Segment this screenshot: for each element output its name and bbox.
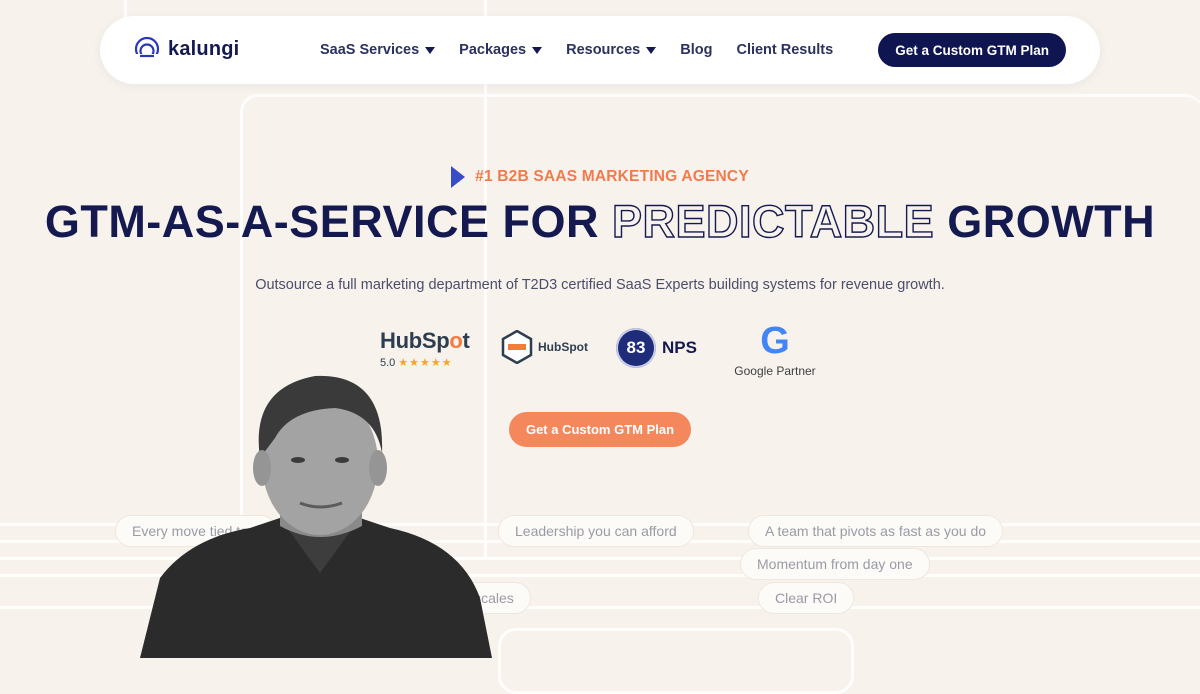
hubspot-rating-badge: HubSpot 5.0 ★★★★★ (380, 328, 470, 369)
header-cta-button[interactable]: Get a Custom GTM Plan (878, 33, 1066, 67)
hubspot-logo: HubSpot (380, 328, 470, 354)
logo[interactable]: kalungi (134, 36, 239, 62)
headline-part2: GROWTH (934, 196, 1156, 247)
eyebrow-text: #1 B2B SAAS MARKETING AGENCY (475, 168, 749, 185)
hero-subtitle: Outsource a full marketing department of… (255, 277, 945, 293)
nps-label: NPS (662, 338, 697, 357)
nav-item-blog[interactable]: Blog (680, 42, 712, 58)
google-g-icon: G (760, 320, 790, 362)
hubspot-logo-text-b: t (462, 328, 470, 353)
nav-item-resources[interactable]: Resources (566, 42, 657, 58)
google-partner-badge: G Google Partner (730, 320, 820, 378)
main-menu: SaaS Services Packages Resources Blog Cl… (320, 16, 857, 84)
value-pill: Clear ROI (758, 582, 855, 614)
nav-item-label: Client Results (736, 42, 834, 58)
nps-badge: 83 NPS (616, 328, 697, 368)
kalungi-logo-icon (134, 36, 160, 62)
hero-eyebrow: #1 B2B SAAS MARKETING AGENCY (0, 166, 1200, 188)
hubspot-partner-badge: HubSpot (500, 330, 588, 364)
nav-item-label: SaaS Services (320, 42, 420, 58)
caret-down-icon (532, 46, 543, 54)
play-arrow-icon (451, 166, 466, 188)
nav-item-client-results[interactable]: Client Results (736, 42, 833, 58)
caret-down-icon (425, 46, 436, 54)
value-pill: A team that pivots as fast as you do (748, 515, 1004, 547)
hubspot-logo-text-a: HubSp (380, 328, 450, 353)
nav-item-label: Packages (459, 42, 527, 58)
founder-portrait-image (140, 375, 492, 658)
hexagon-badge-icon (501, 330, 533, 364)
bg-grid-box (498, 628, 854, 694)
caret-down-icon (646, 46, 657, 54)
headline-outline-word: PREDICTABLE (611, 195, 935, 247)
value-pill: Leadership you can afford (498, 515, 694, 547)
google-partner-label: Google Partner (734, 364, 816, 378)
nav-item-packages[interactable]: Packages (459, 42, 543, 58)
hero-headline: GTM-AS-A-SERVICE FOR PREDICTABLE GROWTH (0, 195, 1200, 248)
site-header: kalungi SaaS Services Packages Resources… (100, 16, 1100, 84)
hubspot-logo-text-o: o (449, 328, 463, 353)
value-pill: Momentum from day one (740, 548, 930, 580)
headline-part1: GTM-AS-A-SERVICE FOR (44, 196, 613, 247)
nav-item-label: Blog (680, 42, 713, 58)
nav-item-label: Resources (566, 42, 641, 58)
logo-text: kalungi (168, 37, 240, 60)
nps-score: 83 (616, 328, 656, 368)
nav-item-saas-services[interactable]: SaaS Services (320, 42, 436, 58)
hero-cta-button[interactable]: Get a Custom GTM Plan (509, 412, 691, 447)
partner-label: HubSpot (538, 340, 588, 354)
